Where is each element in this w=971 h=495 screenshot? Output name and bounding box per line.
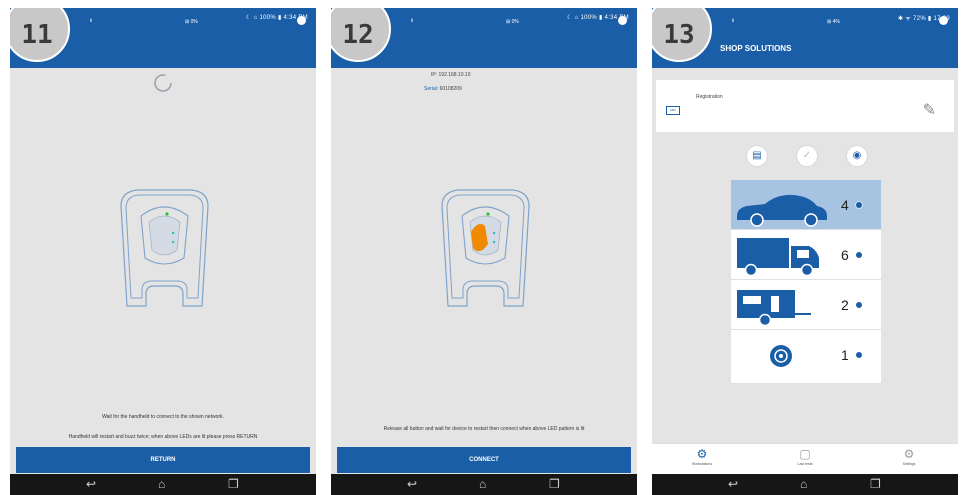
recent-apps-icon[interactable]: ❐: [549, 478, 560, 490]
truck-icon: [737, 238, 819, 277]
connect-button[interactable]: CONNECT: [337, 447, 631, 473]
home-icon[interactable]: ⌂: [158, 478, 165, 490]
registration-label: Registration: [696, 94, 723, 100]
car-count: 4: [841, 197, 849, 213]
clipboard-icon: ▢: [799, 447, 811, 461]
wheel-count: 1: [841, 347, 849, 363]
serial-value: 60108209: [439, 86, 462, 92]
back-icon[interactable]: ↩: [86, 478, 96, 490]
android-nav-bar: ↩ ⌂ ❐: [10, 474, 316, 495]
tire-indicator-icon: [855, 301, 863, 309]
back-icon[interactable]: ↩: [728, 478, 738, 490]
loading-spinner-icon: [154, 74, 172, 92]
ip-value: 192.168.10.10: [438, 72, 471, 78]
appbar-subtitle: ii: [90, 18, 93, 24]
check-mode-icon[interactable]: ✓: [796, 145, 818, 167]
sensor-mode-icon[interactable]: ▤: [746, 145, 768, 167]
tire-indicator-icon: [855, 251, 863, 259]
instruction-text: Wait for the handheld to connect to the …: [102, 414, 224, 420]
android-nav-bar: ↩ ⌂ ❐: [331, 474, 637, 495]
wifi-status: ⊞ 0%: [185, 19, 198, 25]
appbar-subtitle: ii: [411, 18, 414, 24]
vehicle-row-car[interactable]: 4: [731, 180, 881, 230]
android-nav-bar: ↩ ⌂ ❐: [652, 474, 958, 495]
car-icon: [737, 194, 827, 227]
caravan-count: 2: [841, 297, 849, 313]
back-icon[interactable]: ↩: [407, 478, 417, 490]
screen-12: ☾ ⌂ 100% ▮ 4:34 PM ii ⊞ 0% 12 IP: 192.16…: [331, 8, 637, 495]
home-icon[interactable]: ⌂: [800, 478, 807, 490]
settings-icon[interactable]: [618, 16, 627, 25]
tab-label: Settings: [902, 462, 916, 466]
edit-pencil-icon[interactable]: ✎: [923, 100, 936, 120]
tab-settings[interactable]: ⚙ Settings: [884, 446, 934, 466]
tire-indicator-icon: [855, 201, 863, 209]
vehicle-row-truck[interactable]: 6: [731, 230, 881, 280]
ip-address: IP: 192.168.10.10: [431, 72, 471, 78]
home-icon[interactable]: ⌂: [479, 478, 486, 490]
instruction-text: Release all button and wait for device t…: [383, 426, 585, 432]
tpms-mode-icon[interactable]: ◉: [846, 145, 868, 167]
tab-label: Workstations: [691, 462, 713, 466]
settings-icon[interactable]: [297, 16, 306, 25]
vehicle-row-wheel[interactable]: 1: [731, 330, 881, 384]
truck-count: 6: [841, 247, 849, 263]
wifi-status: ⊞ 0%: [506, 19, 519, 25]
serial-number: Serial: 60108209: [424, 86, 462, 92]
settings-icon: ⚙: [903, 447, 915, 461]
tab-last-tests[interactable]: ▢ Last tests: [780, 446, 830, 466]
bottom-tab-bar: ⚙ Workstations ▢ Last tests ⚙ Settings: [652, 443, 958, 474]
serial-label: Serial:: [424, 86, 439, 92]
workstation-icon: ⚙: [696, 447, 708, 461]
license-plate-icon: ABC: [666, 106, 680, 115]
appbar-subtitle: ii: [732, 18, 735, 24]
tire-indicator-icon: [855, 351, 863, 359]
handheld-device-icon: [120, 189, 209, 307]
instruction-text-2: Handheld will restart and buzz twice; wh…: [68, 434, 258, 440]
tab-label: Last tests: [797, 462, 813, 466]
wifi-status: ⊞ 4%: [827, 19, 840, 25]
return-button[interactable]: RETURN: [16, 447, 310, 473]
tab-workstations[interactable]: ⚙ Workstations: [677, 446, 727, 466]
page-title: SHOP SOLUTIONS: [720, 44, 792, 53]
handheld-device-icon: [441, 189, 530, 307]
screen-13: ✱ ᯤ 72% ▮ 17:39 ii ⊞ 4% SHOP SOLUTIONS 1…: [652, 8, 958, 495]
recent-apps-icon[interactable]: ❐: [870, 478, 881, 490]
settings-icon[interactable]: [939, 16, 948, 25]
caravan-icon: [737, 290, 811, 327]
screen-11: ☾ ⌂ 100% ▮ 4:34 PM ii ⊞ 0% 11 Wait for t…: [10, 8, 316, 495]
recent-apps-icon[interactable]: ❐: [228, 478, 239, 490]
vehicle-row-caravan[interactable]: 2: [731, 280, 881, 330]
wheel-icon: [770, 345, 792, 367]
ip-label: IP:: [431, 72, 438, 78]
registration-card[interactable]: ABC Registration ✎: [656, 80, 954, 132]
